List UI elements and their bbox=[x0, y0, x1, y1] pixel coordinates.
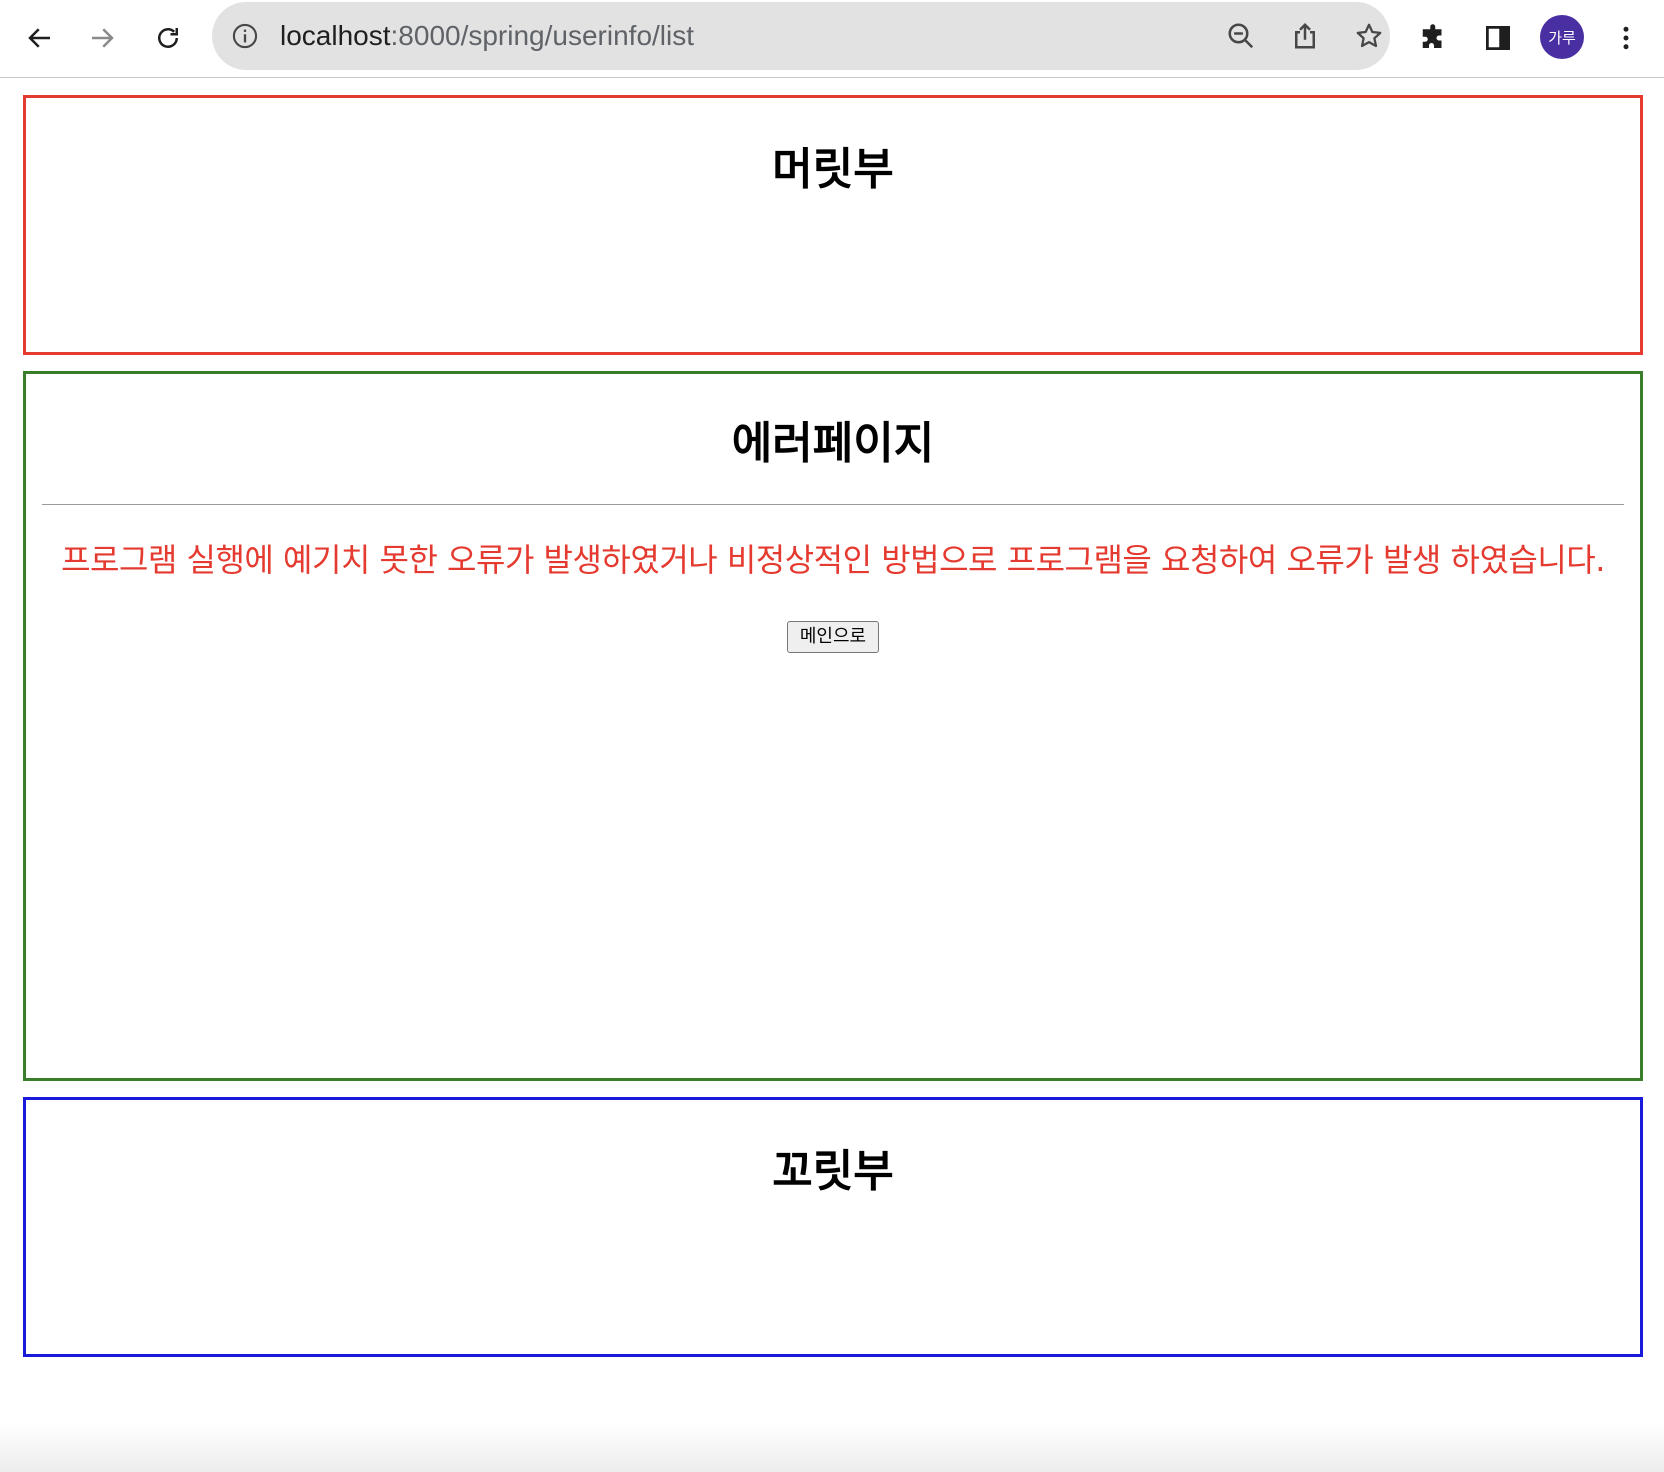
divider bbox=[42, 504, 1624, 505]
info-icon[interactable] bbox=[230, 21, 260, 51]
page-viewport: 머릿부 에러페이지 프로그램 실행에 예기치 못한 오류가 발생하였거나 비정상… bbox=[0, 79, 1664, 1472]
back-button[interactable] bbox=[16, 14, 64, 62]
url-text[interactable]: localhost:8000/spring/userinfo/list bbox=[280, 19, 694, 53]
profile-avatar[interactable]: 가루 bbox=[1540, 15, 1584, 59]
back-arrow-icon bbox=[28, 28, 50, 48]
side-panel-button[interactable] bbox=[1474, 14, 1522, 62]
kebab-menu-icon bbox=[1623, 26, 1629, 50]
forward-arrow-icon bbox=[92, 28, 114, 48]
error-message: 프로그램 실행에 예기치 못한 오류가 발생하였거나 비정상적인 방법으로 프로… bbox=[61, 541, 1605, 579]
content-section: 에러페이지 프로그램 실행에 예기치 못한 오류가 발생하였거나 비정상적인 방… bbox=[23, 371, 1643, 1081]
extensions-button[interactable] bbox=[1410, 14, 1458, 62]
reload-button[interactable] bbox=[144, 14, 192, 62]
puzzle-icon bbox=[1422, 24, 1442, 48]
url-host: localhost bbox=[280, 20, 391, 51]
zoom-out-icon[interactable] bbox=[1224, 19, 1258, 53]
error-page-title: 에러페이지 bbox=[731, 418, 935, 469]
footer-title: 꼬릿부 bbox=[772, 1146, 894, 1197]
header-section: 머릿부 bbox=[23, 95, 1643, 355]
star-icon[interactable] bbox=[1352, 19, 1386, 53]
bottom-shadow bbox=[0, 1422, 1664, 1472]
browser-menu-button[interactable] bbox=[1602, 14, 1650, 62]
go-main-button[interactable]: 메인으로 bbox=[786, 621, 880, 653]
reload-icon bbox=[158, 28, 178, 48]
footer-section: 꼬릿부 bbox=[23, 1097, 1643, 1357]
share-icon[interactable] bbox=[1288, 19, 1322, 53]
browser-toolbar: localhost:8000/spring/userinfo/list 가루 bbox=[0, 0, 1664, 78]
url-path: :8000/spring/userinfo/list bbox=[390, 20, 695, 51]
header-title: 머릿부 bbox=[772, 144, 894, 195]
side-panel-icon bbox=[1486, 26, 1510, 50]
forward-button[interactable] bbox=[78, 14, 126, 62]
address-bar[interactable]: localhost:8000/spring/userinfo/list bbox=[212, 2, 1390, 70]
